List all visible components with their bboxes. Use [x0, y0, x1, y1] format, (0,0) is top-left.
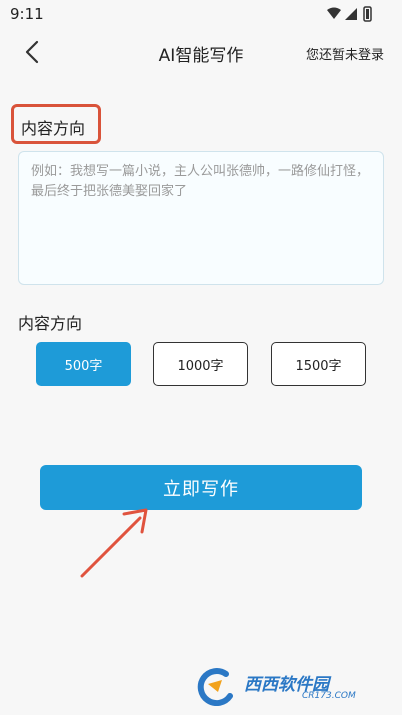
status-icons — [326, 6, 374, 22]
status-time: 9:11 — [10, 5, 44, 23]
length-option-500[interactable]: 500字 — [36, 342, 131, 386]
annotation-arrow-icon — [80, 508, 148, 578]
login-status-link[interactable]: 您还暂未登录 — [306, 44, 384, 63]
content-direction-title: 内容方向 — [21, 119, 86, 138]
watermark: 西西软件园 CR173.COM — [192, 666, 382, 706]
content-direction-title-highlight: 内容方向 — [11, 104, 101, 144]
nav-bar: AI智能写作 您还暂未登录 — [0, 30, 402, 74]
status-bar: 9:11 — [0, 0, 402, 30]
content-direction-input[interactable] — [18, 151, 384, 285]
watermark-logo-icon — [197, 668, 233, 706]
watermark-subtext: CR173.COM — [302, 691, 356, 701]
length-section-title: 内容方向 — [18, 314, 83, 333]
length-option-1500[interactable]: 1500字 — [271, 342, 366, 386]
write-now-button[interactable]: 立即写作 — [40, 465, 362, 510]
wifi-signal-battery-icon — [327, 6, 372, 22]
length-option-1000[interactable]: 1000字 — [153, 342, 248, 386]
